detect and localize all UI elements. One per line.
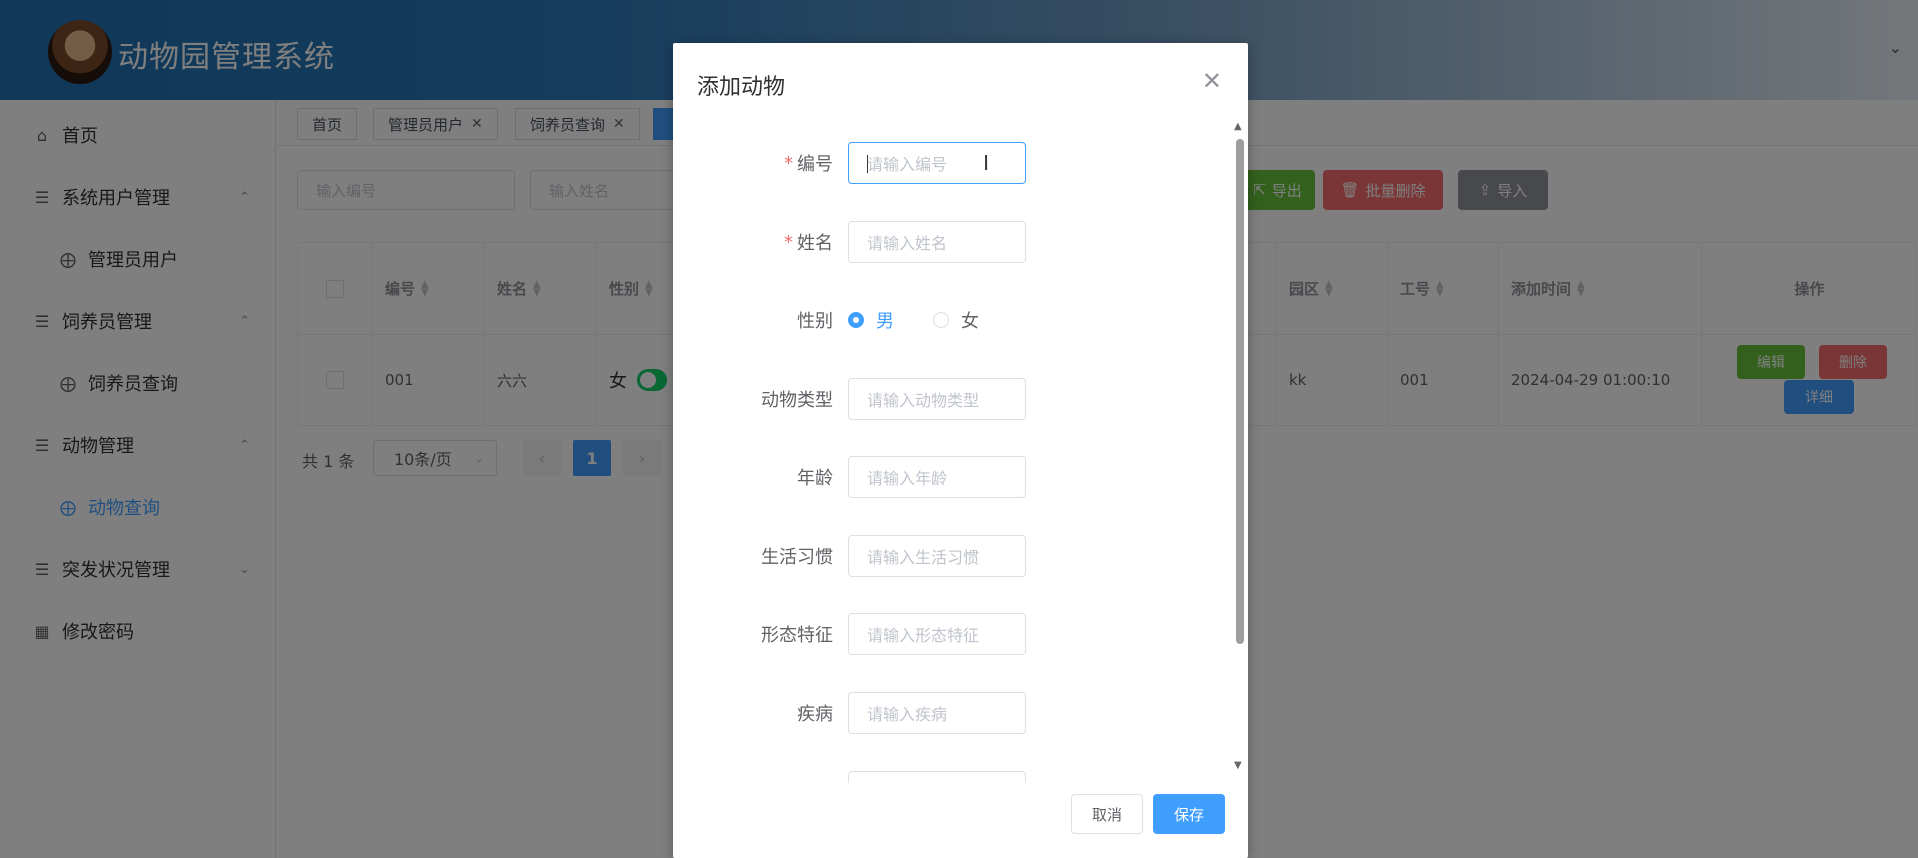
dialog-title: 添加动物 [697, 75, 786, 100]
radio-dot [848, 312, 864, 328]
add-animal-dialog: 添加动物 ✕ * 编号 请输入编号 I * 姓名 请输入姓名 性别 男 女 动物… [673, 43, 1248, 858]
form-row-features: 形态特征 请输入形态特征 [673, 613, 1233, 655]
field-label-text: 编号 [797, 154, 833, 175]
input-placeholder: 请输入编号 [867, 155, 948, 174]
scrollbar-thumb[interactable] [1236, 139, 1244, 644]
field-label: * 姓名 [784, 221, 833, 263]
radio-label: 女 [961, 311, 979, 332]
close-icon[interactable]: ✕ [1202, 67, 1222, 95]
dialog-scrollbar[interactable]: ▲ ▼ [1234, 121, 1244, 771]
field-label: 形态特征 [761, 625, 833, 646]
form-row-next [673, 771, 1233, 783]
gender-radio-male[interactable]: 男 [848, 299, 894, 341]
animal-type-input[interactable]: 请输入动物类型 [848, 378, 1026, 420]
disease-input[interactable]: 请输入疾病 [848, 692, 1026, 734]
form-row-age: 年龄 请输入年龄 [673, 456, 1233, 498]
habits-input[interactable]: 请输入生活习惯 [848, 535, 1026, 577]
required-mark: * [784, 231, 793, 253]
save-button[interactable]: 保存 [1153, 794, 1225, 834]
code-input[interactable]: 请输入编号 I [848, 142, 1026, 184]
field-label: 性别 [797, 311, 833, 332]
gender-radio-female[interactable]: 女 [933, 299, 979, 341]
required-mark: * [784, 152, 793, 174]
form-row-disease: 疾病 请输入疾病 [673, 692, 1233, 734]
dialog-form: * 编号 请输入编号 I * 姓名 请输入姓名 性别 男 女 动物类型 请输入动… [673, 123, 1248, 783]
field-label: 疾病 [797, 704, 833, 725]
field-label: 年龄 [797, 468, 833, 489]
scroll-down-icon[interactable]: ▼ [1234, 760, 1242, 771]
next-field-input[interactable] [848, 771, 1026, 783]
scroll-up-icon[interactable]: ▲ [1234, 121, 1242, 132]
form-row-code: * 编号 请输入编号 I [673, 142, 1233, 184]
radio-dot [933, 312, 949, 328]
name-input[interactable]: 请输入姓名 [848, 221, 1026, 263]
field-label-text: 姓名 [797, 233, 833, 254]
form-row-gender: 性别 男 女 [673, 299, 1233, 341]
text-cursor [867, 155, 868, 173]
field-label: * 编号 [784, 142, 833, 184]
field-label: 动物类型 [761, 390, 833, 411]
form-row-habits: 生活习惯 请输入生活习惯 [673, 535, 1233, 577]
cancel-button[interactable]: 取消 [1071, 794, 1143, 834]
form-row-animal-type: 动物类型 请输入动物类型 [673, 378, 1233, 420]
ibeam-cursor-icon: I [983, 151, 989, 175]
age-input[interactable]: 请输入年龄 [848, 456, 1026, 498]
radio-label: 男 [876, 311, 894, 332]
form-row-name: * 姓名 请输入姓名 [673, 221, 1233, 263]
features-input[interactable]: 请输入形态特征 [848, 613, 1026, 655]
field-label: 生活习惯 [761, 547, 833, 568]
